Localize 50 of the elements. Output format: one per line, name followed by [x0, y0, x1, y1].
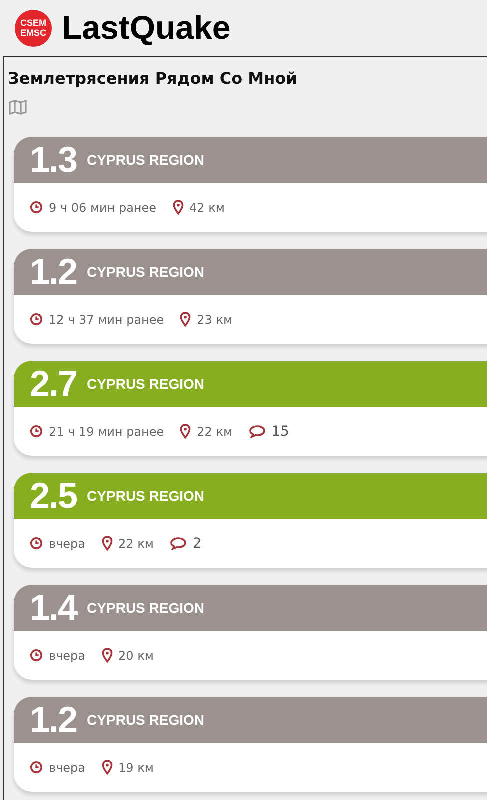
panel-title: Землетрясения Рядом Со Мной	[8, 69, 298, 88]
region-name: CYPRUS REGION	[87, 152, 205, 168]
earthquake-card[interactable]: 2.7 CYPRUS REGION 21 ч 19 мин ранее 22 км 15	[14, 361, 487, 456]
region-name: CYPRUS REGION	[87, 600, 205, 616]
clock-icon	[30, 537, 43, 550]
clock-icon	[30, 649, 43, 662]
magnitude: 1.2	[30, 699, 78, 741]
distance: 19 км	[118, 760, 154, 774]
comment-count: 2	[192, 536, 202, 552]
comment-icon	[248, 425, 266, 438]
earthquake-card[interactable]: 2.5 CYPRUS REGION вчера 22 км 2	[14, 473, 487, 568]
clock-icon	[30, 761, 43, 774]
magnitude: 1.2	[30, 251, 78, 293]
magnitude: 2.5	[30, 475, 78, 517]
time-ago: 12 ч 37 мин ранее	[49, 312, 164, 326]
distance: 42 км	[190, 200, 225, 214]
map-pin-icon	[172, 200, 184, 215]
earthquake-card[interactable]: 1.2 CYPRUS REGION 12 ч 37 мин ранее 23 км	[14, 249, 487, 344]
earthquake-card[interactable]: 1.4 CYPRUS REGION вчера 20 км	[14, 585, 487, 680]
distance: 22 км	[197, 424, 233, 438]
clock-icon	[30, 425, 43, 438]
clock-icon	[30, 313, 43, 326]
time-ago: вчера	[49, 648, 86, 662]
time-ago: 9 ч 06 мин ранее	[49, 200, 157, 214]
magnitude: 1.4	[30, 587, 78, 629]
region-name: CYPRUS REGION	[87, 712, 205, 728]
clock-icon	[30, 201, 43, 214]
logo: CSEM EMSC	[15, 10, 52, 46]
time-ago: 21 ч 19 мин ранее	[49, 424, 164, 438]
region-name: CYPRUS REGION	[87, 264, 205, 280]
map-icon[interactable]	[9, 100, 27, 115]
time-ago: вчера	[49, 760, 86, 774]
map-pin-icon	[102, 536, 113, 551]
map-pin-icon	[102, 760, 113, 775]
comment-icon	[170, 537, 187, 550]
app-title: LastQuake	[62, 9, 231, 47]
comment-count: 15	[272, 424, 290, 440]
region-name: CYPRUS REGION	[87, 376, 205, 392]
distance: 20 км	[118, 648, 154, 662]
map-pin-icon	[180, 312, 192, 327]
region-name: CYPRUS REGION	[87, 488, 205, 504]
distance: 22 км	[118, 536, 154, 550]
distance: 23 км	[197, 312, 233, 326]
time-ago: вчера	[49, 536, 86, 550]
magnitude: 2.7	[30, 363, 78, 405]
earthquake-card[interactable]: 1.2 CYPRUS REGION вчера 19 км	[14, 697, 487, 792]
earthquake-card[interactable]: 1.3 CYPRUS REGION 9 ч 06 мин ранее 42 км	[14, 137, 487, 232]
magnitude: 1.3	[30, 139, 78, 181]
map-pin-icon	[180, 424, 192, 439]
map-pin-icon	[102, 648, 113, 663]
